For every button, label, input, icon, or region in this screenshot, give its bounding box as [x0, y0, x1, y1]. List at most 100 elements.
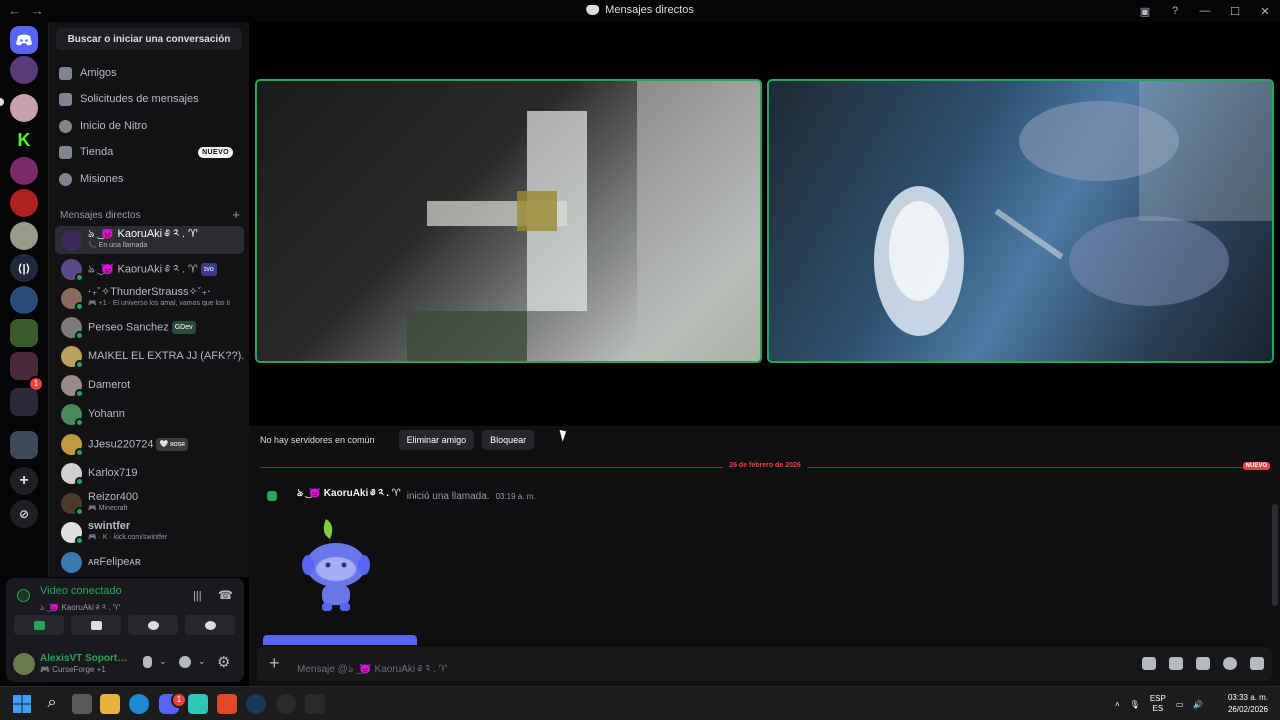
nav-friends[interactable]: Amigos: [59, 61, 241, 85]
chevron-up-icon[interactable]: ˄: [1115, 700, 1120, 709]
block-button[interactable]: Bloquear: [482, 430, 535, 450]
new-badge: NUEVO: [198, 146, 233, 158]
discover-icon[interactable]: ⊘: [10, 500, 38, 528]
activities-button[interactable]: [128, 615, 178, 635]
user-status: 🎮 CurseForge +1: [40, 665, 106, 674]
user-panel: AlexisVT Soporte... 🎮 CurseForge +1 ⌄ ⌄ …: [6, 642, 244, 682]
microphone-icon[interactable]: [143, 656, 152, 668]
dm-item[interactable]: ‧₊˚✧ThunderStrauss✧˚₊‧ 🎮 +1 · El univers…: [55, 284, 244, 312]
server-icon[interactable]: [10, 222, 38, 250]
wave-button[interactable]: [263, 635, 417, 645]
dm-item[interactable]: swintfer 🎮 · K · kick.com/swintfer: [55, 518, 244, 546]
edge-browser-icon[interactable]: [129, 694, 149, 714]
emoji-icon[interactable]: [1223, 657, 1237, 670]
video-tile[interactable]: [767, 79, 1274, 363]
home-button[interactable]: [10, 26, 38, 54]
remove-friend-button[interactable]: Eliminar amigo: [398, 430, 475, 450]
dm-item[interactable]: ঌ ͜ 👿 KaoruAki ༅ ༢ . ♈ ɪᴠᴏ: [55, 255, 244, 283]
voice-status[interactable]: Video conectado: [40, 585, 122, 597]
avatar: [61, 258, 84, 282]
server-icon[interactable]: [10, 94, 38, 122]
add-server-icon[interactable]: +: [10, 467, 38, 495]
avatar[interactable]: [13, 653, 35, 675]
chevron-down-icon[interactable]: ⌄: [159, 656, 167, 667]
system-tray: ˄ 🎙 ESP ES ▭ 🔊: [1115, 687, 1203, 720]
forward-arrow-icon[interactable]: →: [31, 3, 44, 18]
sticker-icon[interactable]: [1196, 657, 1210, 670]
gif-icon[interactable]: [1169, 657, 1183, 670]
steam-icon[interactable]: [246, 694, 266, 714]
message-input[interactable]: Mensaje @ঌ ͜ 👿 KaoruAki ༅ ༢ . ♈: [297, 658, 448, 686]
task-view-icon[interactable]: [72, 694, 92, 714]
server-folder[interactable]: [10, 319, 38, 347]
search-button[interactable]: Buscar o iniciar una conversación: [56, 28, 242, 50]
server-folder[interactable]: [10, 431, 38, 459]
friends-icon: [59, 66, 72, 80]
app-icon[interactable]: [305, 694, 325, 714]
gift-icon[interactable]: [1142, 657, 1156, 670]
kick-server-icon[interactable]: K: [10, 126, 38, 154]
microphone-icon[interactable]: 🎙: [1130, 700, 1140, 709]
signal-icon[interactable]: [17, 589, 30, 602]
settings-gear-icon[interactable]: ⚙: [217, 653, 230, 671]
app-icon[interactable]: [188, 694, 208, 714]
nav-nitro[interactable]: Inicio de Nitro: [59, 114, 241, 138]
nav-quests[interactable]: Misiones: [59, 167, 241, 191]
nav-message-requests[interactable]: Solicitudes de mensajes: [59, 87, 241, 111]
system-clock[interactable]: 03:33 a. m. 26/02/2026: [1228, 692, 1268, 716]
dm-item[interactable]: ᴀʀFelipeᴀʀ: [55, 548, 244, 576]
dm-call-avatar[interactable]: [10, 56, 38, 84]
soundboard-button[interactable]: [185, 615, 235, 635]
screen-share-button[interactable]: [71, 615, 121, 635]
message-composer[interactable]: + Mensaje @ঌ ͜ 👿 KaoruAki ༅ ༢ . ♈: [257, 647, 1272, 681]
chevron-down-icon[interactable]: ⌄: [198, 656, 206, 667]
server-icon[interactable]: [10, 189, 38, 217]
server-folder[interactable]: [10, 388, 38, 416]
apps-icon[interactable]: [1250, 657, 1264, 670]
brave-browser-icon[interactable]: [217, 694, 237, 714]
maximize-button[interactable]: ☐: [1220, 5, 1250, 18]
dm-item[interactable]: ঌ ͜ 👿 KaoruAki ༅ ༢ . ♈ 📞 En una llamada: [55, 226, 244, 254]
headphones-icon[interactable]: [179, 656, 191, 668]
app-icon[interactable]: [276, 694, 296, 714]
nav-shop[interactable]: Tienda NUEVO: [59, 140, 241, 164]
dm-item[interactable]: Karlox719: [55, 459, 244, 487]
user-name[interactable]: AlexisVT Soporte...: [40, 653, 130, 664]
dm-item[interactable]: Perseo Sanchez GDev: [55, 313, 244, 341]
dm-item[interactable]: Damerot: [55, 371, 244, 399]
minimize-button[interactable]: —: [1190, 5, 1220, 17]
attach-plus-icon[interactable]: +: [269, 653, 280, 674]
dm-item[interactable]: Reizor400 🎮 Minecraft: [55, 489, 244, 517]
dm-item[interactable]: MAIKEL EL EXTRA JJ (AFK??)...: [55, 342, 244, 370]
dm-item[interactable]: JJesu220724 🤍 ʀᴏsʀ: [55, 430, 244, 458]
create-dm-button[interactable]: +: [232, 208, 240, 221]
file-explorer-icon[interactable]: [100, 694, 120, 714]
network-icon[interactable]: ▭: [1176, 700, 1184, 709]
dm-item[interactable]: Yohann: [55, 400, 244, 428]
help-icon[interactable]: ?: [1160, 5, 1190, 17]
camera-button[interactable]: [14, 615, 64, 635]
close-button[interactable]: ✕: [1250, 5, 1280, 18]
video-stream-image: [874, 81, 1272, 336]
dm-status: 🎮 +1 · El universo los amal, vamos que l…: [88, 300, 230, 307]
volume-icon[interactable]: 🔊: [1193, 700, 1203, 709]
search-icon[interactable]: ⌕: [42, 694, 62, 714]
server-icon[interactable]: [10, 157, 38, 185]
server-icon[interactable]: [10, 286, 38, 314]
message-author[interactable]: ঌ ͜ 👿 KaoruAki ༅ ༢ . ♈: [297, 482, 401, 510]
language-indicator[interactable]: ESP ES: [1150, 694, 1166, 714]
noise-suppression-icon[interactable]: |||: [193, 590, 202, 602]
avatar: [61, 316, 84, 340]
chat-scrollbar[interactable]: [1272, 504, 1278, 606]
video-tile[interactable]: [255, 79, 762, 363]
composer-tools: [1142, 657, 1264, 670]
inbox-icon[interactable]: ▣: [1130, 5, 1160, 18]
history-nav: ← →: [8, 3, 44, 18]
dm-name: ᴀʀFelipeᴀʀ: [88, 556, 141, 568]
windows-start-icon[interactable]: [12, 694, 32, 714]
dm-name: JJesu220724: [88, 437, 154, 450]
disconnect-icon[interactable]: ☎: [218, 588, 233, 602]
back-arrow-icon[interactable]: ←: [8, 3, 21, 18]
server-icon[interactable]: ⟨|⟩: [10, 254, 38, 282]
dm-header-label: Mensajes directos: [60, 210, 141, 221]
